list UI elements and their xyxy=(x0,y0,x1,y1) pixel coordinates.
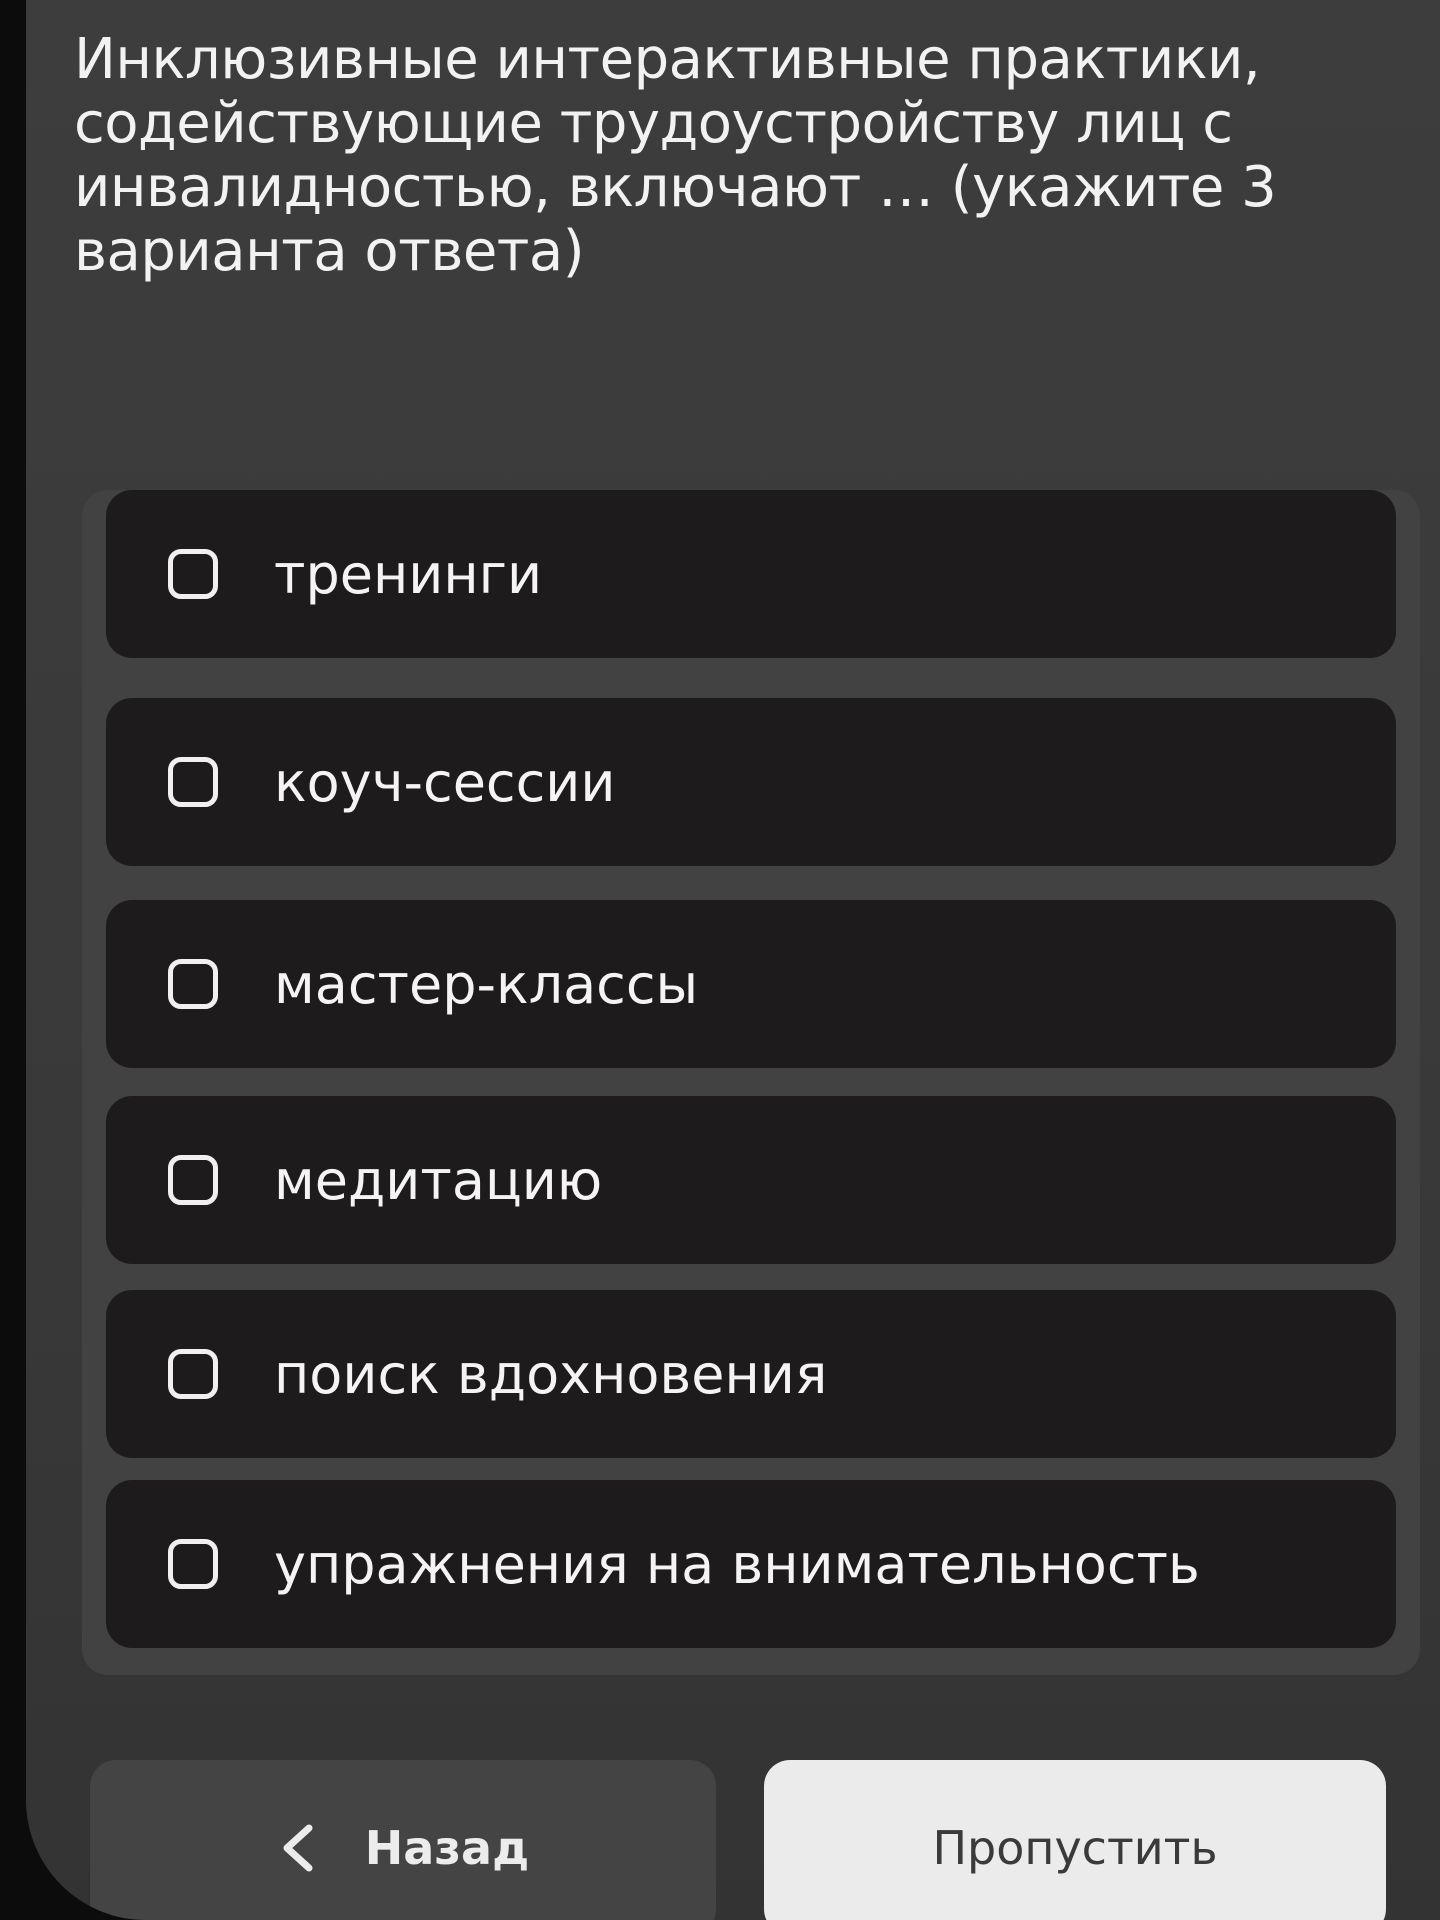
question-text: Инклюзивные интерактивные практики, соде… xyxy=(74,27,1277,284)
answer-option[interactable]: тренинги xyxy=(106,490,1396,658)
checkbox[interactable] xyxy=(168,1539,218,1589)
chevron-left-icon xyxy=(283,1824,313,1871)
checkbox[interactable] xyxy=(168,757,218,807)
back-button-label: Назад xyxy=(364,1820,530,1875)
option-label: коуч-сессии xyxy=(274,750,616,814)
answer-option[interactable]: поиск вдохновения xyxy=(106,1290,1396,1458)
checkbox[interactable] xyxy=(168,549,218,599)
option-label: медитацию xyxy=(274,1148,603,1212)
option-label: мастер-классы xyxy=(274,952,699,1016)
skip-button-label: Пропустить xyxy=(932,1820,1218,1875)
checkbox[interactable] xyxy=(168,1349,218,1399)
answer-option[interactable]: упражнения на внимательность xyxy=(106,1480,1396,1648)
checkbox[interactable] xyxy=(168,1155,218,1205)
answer-option[interactable]: коуч-сессии xyxy=(106,698,1396,866)
back-button[interactable]: Назад xyxy=(90,1760,716,1920)
option-label: поиск вдохновения xyxy=(274,1342,828,1406)
screen: Инклюзивные интерактивные практики, соде… xyxy=(26,0,1440,1920)
answer-options: тренинги коуч-сессии мастер-классы медит… xyxy=(82,490,1420,1675)
skip-button[interactable]: Пропустить xyxy=(764,1760,1386,1920)
checkbox[interactable] xyxy=(168,959,218,1009)
option-label: тренинги xyxy=(274,542,543,606)
answer-option[interactable]: мастер-классы xyxy=(106,900,1396,1068)
answer-option[interactable]: медитацию xyxy=(106,1096,1396,1264)
option-label: упражнения на внимательность xyxy=(274,1532,1200,1596)
